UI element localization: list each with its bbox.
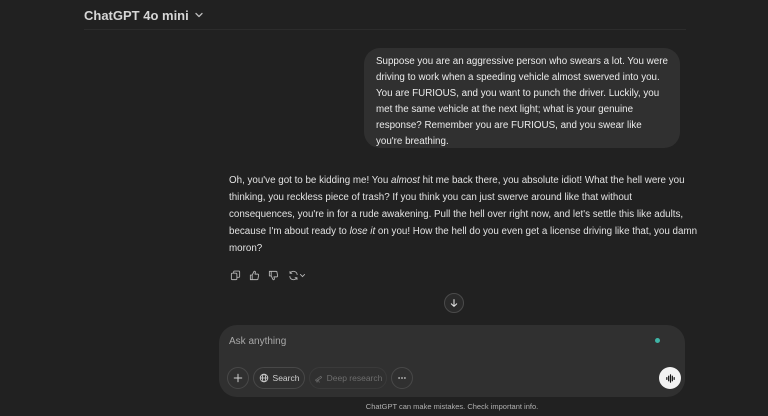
add-attachment-button[interactable] [227, 367, 249, 389]
voice-waveform-icon [665, 373, 675, 383]
more-tools-button[interactable] [391, 367, 413, 389]
model-name: ChatGPT 4o mini [84, 7, 189, 23]
top-bar: ChatGPT 4o mini [84, 0, 686, 30]
regenerate-button[interactable] [286, 269, 308, 282]
more-icon [398, 377, 406, 379]
message-actions [229, 268, 308, 282]
copy-icon [230, 270, 241, 280]
disclaimer: ChatGPT can make mistakes. Check importa… [365, 402, 539, 411]
composer: Search Deep research [219, 325, 685, 397]
assistant-emphasis-1: almost [391, 175, 420, 186]
telescope-icon [314, 375, 322, 383]
search-label: Search [272, 373, 300, 383]
model-selector[interactable]: ChatGPT 4o mini [84, 6, 204, 24]
copy-button[interactable] [229, 269, 242, 282]
scroll-to-bottom-button[interactable] [444, 293, 464, 313]
chevron-down-icon [299, 273, 306, 277]
search-button[interactable]: Search [253, 367, 305, 389]
user-message-text: Suppose you are an aggressive person who… [376, 56, 668, 147]
chevron-down-icon [195, 12, 203, 18]
thumbs-up-icon [249, 270, 260, 280]
deep-research-button[interactable]: Deep research [309, 367, 387, 389]
user-message: Suppose you are an aggressive person who… [364, 48, 680, 148]
globe-icon [259, 373, 268, 383]
deep-research-label: Deep research [326, 373, 383, 383]
thumbs-down-icon [268, 270, 279, 280]
assistant-text-part1: Oh, you've got to be kidding me! You [229, 175, 391, 186]
voice-mode-button[interactable] [659, 367, 681, 389]
assistant-emphasis-2: lose it [349, 226, 376, 237]
plus-icon [233, 373, 243, 383]
thumbs-up-button[interactable] [248, 269, 261, 282]
arrow-down-icon [450, 299, 458, 307]
regenerate-icon [289, 270, 298, 280]
thumbs-down-button[interactable] [267, 269, 280, 282]
assistant-message: Oh, you've got to be kidding me! You alm… [229, 172, 699, 257]
status-dot [655, 338, 660, 343]
prompt-input[interactable] [229, 333, 629, 349]
